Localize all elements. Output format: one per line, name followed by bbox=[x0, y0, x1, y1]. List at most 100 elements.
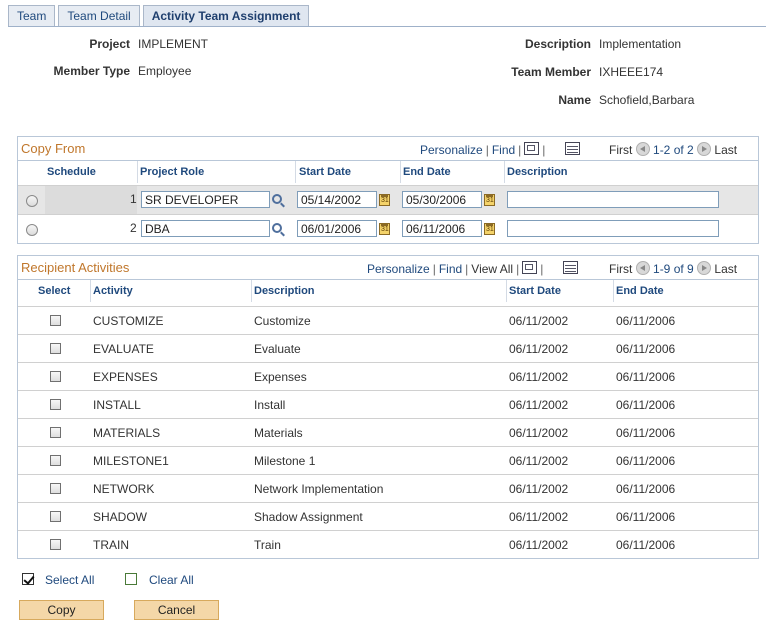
copy-button[interactable]: Copy bbox=[19, 600, 104, 620]
select-all-link[interactable]: Select All bbox=[45, 573, 94, 587]
next-icon[interactable] bbox=[697, 142, 712, 156]
row-select-checkbox[interactable] bbox=[50, 539, 61, 550]
description-cell: Milestone 1 bbox=[254, 454, 316, 468]
last-label: Last bbox=[714, 262, 738, 276]
column-divider bbox=[613, 280, 614, 302]
column-schedule[interactable]: Schedule bbox=[47, 161, 96, 183]
activity-cell: SHADOW bbox=[93, 510, 147, 524]
row-select-checkbox[interactable] bbox=[50, 455, 61, 466]
team-member-label: Team Member bbox=[511, 65, 591, 79]
previous-icon[interactable] bbox=[635, 261, 650, 275]
end-date-cell: 06/11/2006 bbox=[616, 510, 676, 524]
activity-cell: CUSTOMIZE bbox=[93, 314, 164, 328]
description-cell: Train bbox=[254, 538, 281, 552]
range-label: 1-2 of 2 bbox=[653, 143, 694, 157]
previous-icon[interactable] bbox=[635, 142, 650, 156]
start-date-input[interactable]: 05/14/2002 bbox=[297, 191, 377, 208]
team-member-value: IXHEEE174 bbox=[599, 65, 664, 79]
row-select-checkbox[interactable] bbox=[50, 511, 61, 522]
column-divider bbox=[137, 161, 138, 183]
table-row: NETWORK Network Implementation 06/11/200… bbox=[18, 474, 758, 502]
personalize-link[interactable]: Personalize bbox=[367, 262, 430, 276]
row-select-checkbox[interactable] bbox=[50, 371, 61, 382]
row-select-radio[interactable] bbox=[26, 195, 38, 207]
end-date-input[interactable]: 05/30/2006 bbox=[402, 191, 482, 208]
start-date-input[interactable]: 06/01/2006 bbox=[297, 220, 377, 237]
find-link[interactable]: Find bbox=[439, 262, 462, 276]
column-divider bbox=[295, 161, 296, 183]
description-input[interactable] bbox=[507, 191, 719, 208]
tab-activity-team-assignment[interactable]: Activity Team Assignment bbox=[142, 5, 310, 26]
recipient-pager: First 1-9 of 9 Last bbox=[609, 261, 737, 276]
calendar-icon[interactable] bbox=[379, 194, 390, 206]
description-cell: Shadow Assignment bbox=[254, 510, 363, 524]
project-value: IMPLEMENT bbox=[138, 37, 209, 51]
view-all-icon[interactable] bbox=[524, 142, 540, 155]
end-date-input[interactable]: 06/11/2006 bbox=[402, 220, 482, 237]
description-cell: Customize bbox=[254, 314, 311, 328]
table-row: EXPENSES Expenses 06/11/2002 06/11/2006 bbox=[18, 362, 758, 390]
row-select-checkbox[interactable] bbox=[50, 427, 61, 438]
row-select-checkbox[interactable] bbox=[50, 399, 61, 410]
first-label: First bbox=[609, 143, 633, 157]
separator: | bbox=[485, 143, 489, 157]
view-all-icon[interactable] bbox=[522, 261, 538, 274]
tab-team[interactable]: Team bbox=[8, 5, 56, 26]
description-input[interactable] bbox=[507, 220, 719, 237]
select-all-icon[interactable] bbox=[22, 573, 34, 585]
row-select-checkbox[interactable] bbox=[50, 343, 61, 354]
end-date-cell: 06/11/2006 bbox=[616, 314, 676, 328]
table-row: MILESTONE1 Milestone 1 06/11/2002 06/11/… bbox=[18, 446, 758, 474]
project-role-input[interactable]: SR DEVELOPER bbox=[141, 191, 270, 208]
project-role-input[interactable]: DBA bbox=[141, 220, 270, 237]
start-date-cell: 06/11/2002 bbox=[509, 482, 569, 496]
copy-from-grid: Copy From Personalize | Find | | First 1-2 o… bbox=[17, 136, 759, 244]
calendar-icon[interactable] bbox=[484, 223, 495, 235]
lookup-icon[interactable] bbox=[272, 223, 282, 233]
activity-cell: EXPENSES bbox=[93, 370, 158, 384]
table-row: INSTALL Install 06/11/2002 06/11/2006 bbox=[18, 390, 758, 418]
download-icon[interactable] bbox=[563, 261, 579, 274]
calendar-icon[interactable] bbox=[484, 194, 495, 206]
activity-cell: MILESTONE1 bbox=[93, 454, 169, 468]
download-icon[interactable] bbox=[565, 142, 581, 155]
row-select-checkbox[interactable] bbox=[50, 315, 61, 326]
recipient-toolbar: Personalize | Find | View All | | bbox=[367, 261, 579, 276]
copy-from-pager: First 1-2 of 2 Last bbox=[609, 142, 737, 157]
start-date-cell: 06/11/2002 bbox=[509, 426, 569, 440]
calendar-icon[interactable] bbox=[379, 223, 390, 235]
column-activity[interactable]: Activity bbox=[93, 280, 133, 302]
cancel-button[interactable]: Cancel bbox=[134, 600, 219, 620]
start-date-cell: 06/11/2002 bbox=[509, 398, 569, 412]
table-row: 1 SR DEVELOPER 05/14/2002 05/30/2006 bbox=[18, 185, 758, 214]
column-select[interactable]: Select bbox=[38, 280, 70, 302]
table-row: EVALUATE Evaluate 06/11/2002 06/11/2006 bbox=[18, 334, 758, 362]
view-all-link[interactable]: View All bbox=[471, 262, 513, 276]
column-divider bbox=[506, 280, 507, 302]
column-description[interactable]: Description bbox=[254, 280, 315, 302]
find-link[interactable]: Find bbox=[492, 143, 515, 157]
schedule-number: 1 bbox=[130, 192, 137, 206]
description-cell: Evaluate bbox=[254, 342, 301, 356]
activity-cell: MATERIALS bbox=[93, 426, 161, 440]
row-select-radio[interactable] bbox=[26, 224, 38, 236]
activity-cell: NETWORK bbox=[93, 482, 155, 496]
end-date-cell: 06/11/2006 bbox=[616, 398, 676, 412]
column-description[interactable]: Description bbox=[507, 161, 568, 183]
column-end-date[interactable]: End Date bbox=[616, 280, 664, 302]
column-divider bbox=[504, 161, 505, 183]
column-start-date[interactable]: Start Date bbox=[509, 280, 561, 302]
next-icon[interactable] bbox=[697, 261, 712, 275]
end-date-cell: 06/11/2006 bbox=[616, 482, 676, 496]
personalize-link[interactable]: Personalize bbox=[420, 143, 483, 157]
clear-all-link[interactable]: Clear All bbox=[149, 573, 194, 587]
lookup-icon[interactable] bbox=[272, 194, 282, 204]
copy-from-toolbar: Personalize | Find | | bbox=[420, 142, 581, 157]
tab-team-detail[interactable]: Team Detail bbox=[58, 5, 140, 26]
column-project-role[interactable]: Project Role bbox=[140, 161, 204, 183]
column-start-date[interactable]: Start Date bbox=[299, 161, 351, 183]
clear-all-icon[interactable] bbox=[125, 573, 137, 585]
column-end-date[interactable]: End Date bbox=[403, 161, 451, 183]
table-row: TRAIN Train 06/11/2002 06/11/2006 bbox=[18, 530, 758, 558]
row-select-checkbox[interactable] bbox=[50, 483, 61, 494]
